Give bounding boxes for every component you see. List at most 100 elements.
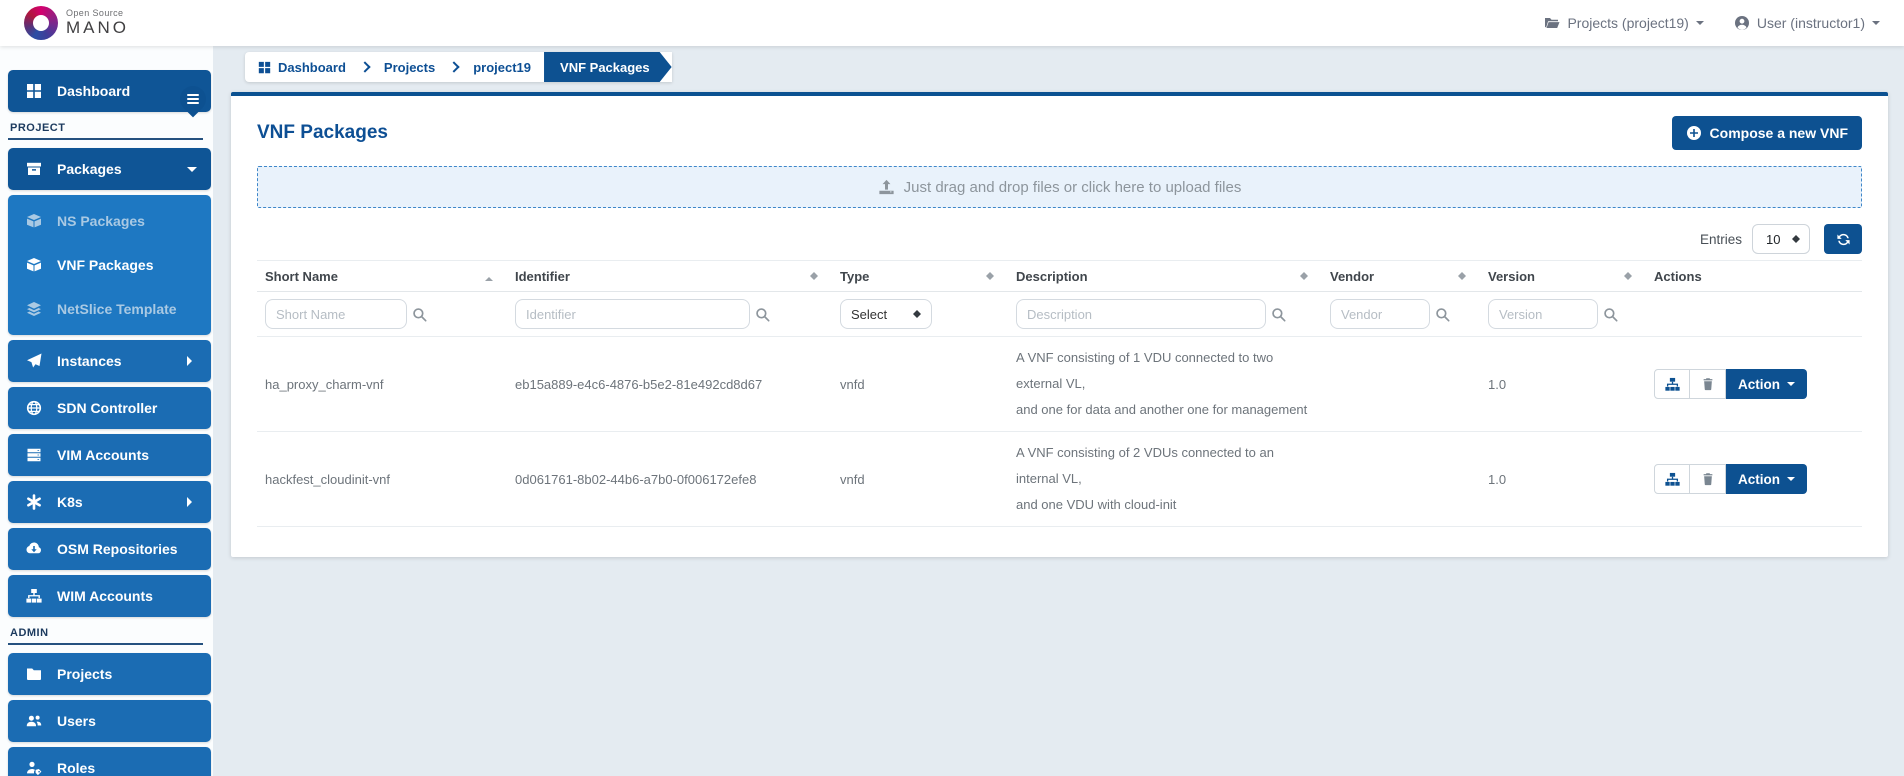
sitemap-icon (26, 588, 42, 604)
breadcrumb: Dashboard Projects project19 VNF Package… (245, 52, 672, 82)
sidebar-item-label: Packages (57, 161, 122, 177)
search-icon[interactable] (1435, 307, 1450, 322)
sort-icon (1624, 268, 1632, 284)
cell-short-name: ha_proxy_charm-vnf (257, 369, 507, 400)
chevron-down-icon (1787, 382, 1795, 390)
sidebar-item-label: Projects (57, 666, 112, 682)
chevron-right-icon (187, 497, 197, 507)
sidebar-item-vnf-packages[interactable]: VNF Packages (8, 243, 211, 287)
column-header-version[interactable]: Version (1480, 261, 1646, 291)
upload-icon (878, 179, 895, 196)
search-icon[interactable] (1271, 307, 1286, 322)
filter-type-select[interactable]: Select (840, 299, 932, 329)
sidebar-item-projects[interactable]: Projects (8, 653, 211, 695)
sidebar-item-k8s[interactable]: K8s (8, 481, 211, 523)
cell-vendor (1322, 376, 1480, 392)
table-filter-row: Select (257, 292, 1862, 337)
entries-label: Entries (1700, 232, 1742, 247)
filter-version-input[interactable] (1488, 299, 1598, 329)
paper-plane-icon (26, 353, 42, 369)
delete-button[interactable] (1690, 369, 1726, 399)
filter-description-input[interactable] (1016, 299, 1266, 329)
dropzone-text: Just drag and drop files or click here t… (904, 179, 1242, 196)
main-area: Dashboard Projects project19 VNF Package… (213, 0, 1904, 557)
user-dropdown[interactable]: User (instructor1) (1734, 15, 1880, 31)
cell-identifier: 0d061761-8b02-44b6-a7b0-0f006172efe8 (507, 464, 832, 495)
column-header-identifier[interactable]: Identifier (507, 261, 832, 291)
sidebar-item-instances[interactable]: Instances (8, 340, 211, 382)
sidebar-item-ns-packages[interactable]: NS Packages (8, 199, 211, 243)
users-icon (26, 713, 42, 729)
file-dropzone[interactable]: Just drag and drop files or click here t… (257, 166, 1862, 208)
chevron-down-icon (1787, 477, 1795, 485)
column-header-vendor[interactable]: Vendor (1322, 261, 1480, 291)
sort-icon (1300, 268, 1308, 284)
action-dropdown-button[interactable]: Action (1726, 464, 1807, 494)
sidebar-item-label: Dashboard (57, 83, 130, 99)
sidebar-section-admin: ADMIN (10, 627, 213, 639)
cell-type: vnfd (832, 464, 1008, 495)
sidebar-item-sdn-controller[interactable]: SDN Controller (8, 387, 211, 429)
cell-vendor (1322, 471, 1480, 487)
breadcrumb-current: VNF Packages (544, 52, 672, 82)
table-row: hackfest_cloudinit-vnf 0d061761-8b02-44b… (257, 432, 1862, 527)
sidebar-item-packages[interactable]: Packages (8, 148, 211, 190)
topology-button[interactable] (1654, 369, 1690, 399)
search-icon[interactable] (412, 307, 427, 322)
sidebar-section-project: PROJECT (10, 122, 213, 134)
dashboard-grid-icon (26, 83, 42, 99)
table-header-row: Short Name Identifier Type Description V… (257, 260, 1862, 292)
osm-logo[interactable]: Open Source MANO (24, 6, 129, 40)
refresh-button[interactable] (1824, 224, 1862, 254)
sidebar-item-wim-accounts[interactable]: WIM Accounts (8, 575, 211, 617)
sort-icon (810, 268, 818, 284)
cell-description: A VNF consisting of 1 VDU connected to t… (1008, 337, 1322, 431)
filter-identifier-input[interactable] (515, 299, 750, 329)
delete-button[interactable] (1690, 464, 1726, 494)
action-dropdown-button[interactable]: Action (1726, 369, 1807, 399)
sidebar-item-label: Instances (57, 353, 122, 369)
sidebar: Dashboard PROJECT Packages NS Packages V… (0, 46, 213, 776)
breadcrumb-separator-icon (359, 61, 370, 72)
breadcrumb-projects[interactable]: Projects (371, 52, 448, 82)
sidebar-item-roles[interactable]: Roles (8, 747, 211, 776)
column-header-description[interactable]: Description (1008, 261, 1322, 291)
sidebar-item-vim-accounts[interactable]: VIM Accounts (8, 434, 211, 476)
projects-dropdown[interactable]: Projects (project19) (1544, 15, 1703, 31)
breadcrumb-project19[interactable]: project19 (460, 52, 544, 82)
section-divider (8, 138, 203, 140)
cell-identifier: eb15a889-e4c6-4876-b5e2-81e492cd8d67 (507, 369, 832, 400)
sidebar-item-label: K8s (57, 494, 83, 510)
filter-short-name-input[interactable] (265, 299, 407, 329)
compose-new-vnf-button[interactable]: Compose a new VNF (1672, 116, 1862, 150)
chevron-down-icon (187, 167, 197, 177)
search-icon[interactable] (755, 307, 770, 322)
cell-description: A VNF consisting of 2 VDUs connected to … (1008, 432, 1322, 526)
sidebar-item-dashboard[interactable]: Dashboard (8, 70, 211, 112)
column-header-actions: Actions (1646, 261, 1862, 291)
topology-button[interactable] (1654, 464, 1690, 494)
server-icon (26, 447, 42, 463)
breadcrumb-dashboard[interactable]: Dashboard (245, 52, 359, 82)
packages-submenu: NS Packages VNF Packages NetSlice Templa… (8, 195, 211, 335)
sidebar-item-label: Roles (57, 760, 95, 776)
user-dropdown-label: User (instructor1) (1757, 15, 1865, 31)
sidebar-item-osm-repositories[interactable]: OSM Repositories (8, 528, 211, 570)
cell-type: vnfd (832, 369, 1008, 400)
row-actions: Action (1654, 369, 1848, 399)
sort-icon (986, 268, 994, 284)
layers-icon (26, 301, 42, 317)
cloud-download-icon (26, 541, 42, 557)
sidebar-item-label: WIM Accounts (57, 588, 153, 604)
filter-vendor-input[interactable] (1330, 299, 1430, 329)
breadcrumb-separator-icon (449, 61, 460, 72)
sidebar-item-label: VNF Packages (57, 257, 154, 273)
column-header-short-name[interactable]: Short Name (257, 261, 507, 291)
entries-select[interactable]: 10 (1752, 224, 1810, 254)
sidebar-item-users[interactable]: Users (8, 700, 211, 742)
table-row: ha_proxy_charm-vnf eb15a889-e4c6-4876-b5… (257, 337, 1862, 432)
search-icon[interactable] (1603, 307, 1618, 322)
column-header-type[interactable]: Type (832, 261, 1008, 291)
sidebar-item-netslice-template[interactable]: NetSlice Template (8, 287, 211, 331)
osm-logo-swirl-icon (24, 6, 58, 40)
